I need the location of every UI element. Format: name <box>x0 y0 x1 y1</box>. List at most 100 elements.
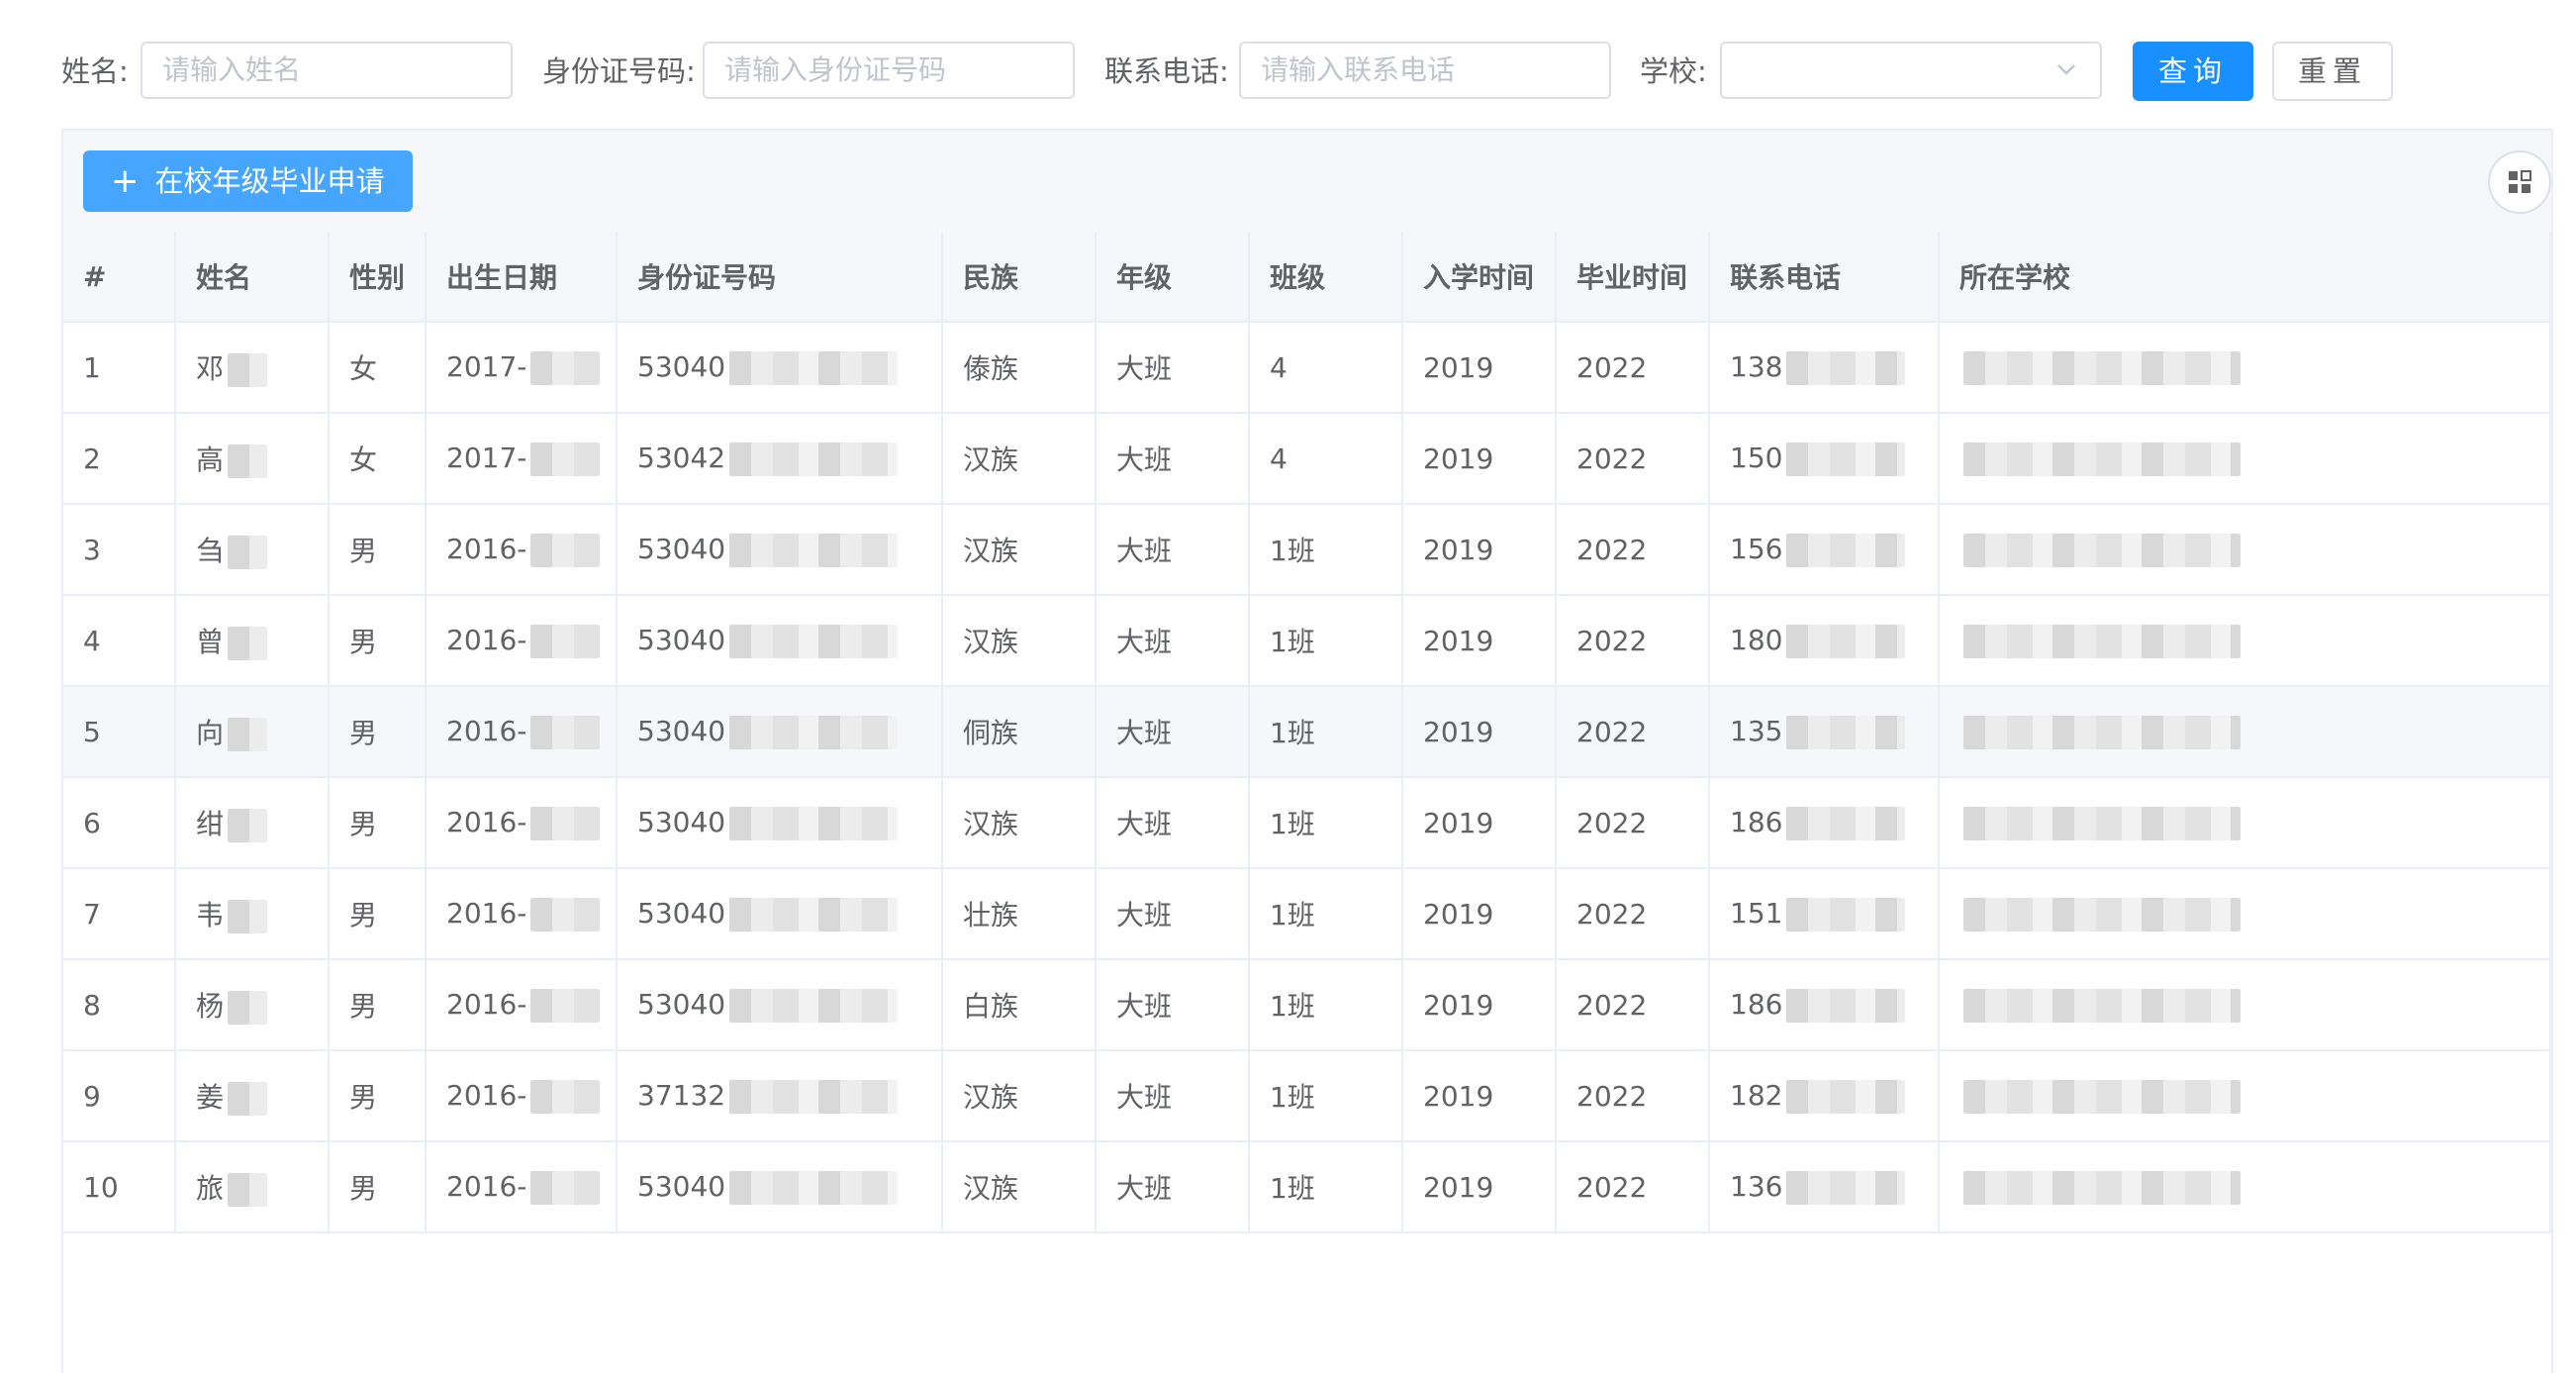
cell-ethnic-text: 汉族 <box>963 808 1019 840</box>
cell-enroll: 2019 <box>1402 868 1557 960</box>
school-select[interactable] <box>1720 42 2102 99</box>
redacted-block <box>530 624 601 658</box>
redacted-block <box>1963 1079 2241 1114</box>
query-button[interactable]: 查询 <box>2133 42 2253 101</box>
cell-graduate: 2022 <box>1556 504 1710 596</box>
cell-ethnic-text: 汉族 <box>963 535 1019 567</box>
cell-gender-text: 男 <box>349 626 378 658</box>
cell-class: 1班 <box>1249 777 1403 869</box>
cell-name-text: 高 <box>196 443 225 476</box>
table-row[interactable]: 2 高 女 2017- 53042 汉族 大班 4 2019 2022 150 <box>63 413 2551 505</box>
cell-enroll-text: 2019 <box>1423 350 1494 384</box>
redacted-block <box>228 991 268 1025</box>
redacted-block <box>530 988 601 1023</box>
cell-gender-text: 男 <box>349 1172 378 1205</box>
cell-enroll: 2019 <box>1402 504 1557 596</box>
redacted-block <box>1786 715 1906 749</box>
cell-birth: 2016- <box>426 686 618 778</box>
phone-label: 联系电话: <box>1104 54 1229 88</box>
cell-gender: 男 <box>329 959 427 1051</box>
reset-button[interactable]: 重置 <box>2272 42 2393 101</box>
cell-graduate: 2022 <box>1556 413 1710 505</box>
cell-id-text: 53040 <box>637 896 726 930</box>
column-header: 班级 <box>1249 232 1403 323</box>
cell-id: 53040 <box>617 777 943 869</box>
table-toolbar: + 在校年级毕业申请 <box>63 131 2551 232</box>
name-input[interactable]: 请输入姓名 <box>141 42 513 99</box>
cell-grade: 大班 <box>1096 413 1250 505</box>
cell-class-text: 4 <box>1270 441 1288 475</box>
cell-graduate-text: 2022 <box>1576 897 1648 931</box>
school-label: 学校: <box>1640 54 1707 88</box>
cell-class: 1班 <box>1249 1141 1403 1233</box>
cell-birth: 2016- <box>426 868 618 960</box>
column-header: 年级 <box>1096 232 1250 323</box>
cell-enroll-text: 2019 <box>1423 441 1494 475</box>
cell-grade-text: 大班 <box>1116 808 1173 840</box>
cell-grade: 大班 <box>1096 959 1250 1051</box>
redacted-block <box>1963 897 2241 932</box>
cell-school <box>1939 686 2551 778</box>
table-row[interactable]: 7 韦 男 2016- 53040 壮族 大班 1班 2019 2022 151 <box>63 868 2551 960</box>
redacted-block <box>228 353 268 387</box>
redacted-block <box>729 988 899 1023</box>
cell-id-text: 53040 <box>637 349 726 383</box>
cell-id: 37132 <box>617 1050 943 1142</box>
cell-id-text: 53040 <box>637 805 726 838</box>
cell-school <box>1939 504 2551 596</box>
cell-no-text: 6 <box>83 806 101 839</box>
cell-phone-text: 151 <box>1730 896 1783 930</box>
table-row[interactable]: 6 绀 男 2016- 53040 汉族 大班 1班 2019 2022 186 <box>63 777 2551 869</box>
redacted-block <box>228 444 268 478</box>
cell-id-text: 53042 <box>637 441 726 474</box>
graduation-apply-button[interactable]: + 在校年级毕业申请 <box>83 150 413 212</box>
cell-graduate-text: 2022 <box>1576 624 1648 657</box>
cell-class-text: 1班 <box>1270 808 1315 840</box>
cell-gender-text: 男 <box>349 717 378 749</box>
id-number-input[interactable]: 请输入身份证号码 <box>703 42 1075 99</box>
table-row[interactable]: 3 刍 男 2016- 53040 汉族 大班 1班 2019 2022 156 <box>63 504 2551 596</box>
table-row[interactable]: 1 邓 女 2017- 53040 傣族 大班 4 2019 2022 138 <box>63 322 2551 414</box>
cell-name-text: 旅 <box>196 1172 225 1205</box>
cell-name: 绀 <box>175 777 330 869</box>
cell-name: 刍 <box>175 504 330 596</box>
cell-ethnic: 汉族 <box>942 1050 1097 1142</box>
column-settings-button[interactable] <box>2488 150 2551 214</box>
cell-name-text: 向 <box>196 717 225 749</box>
phone-input[interactable]: 请输入联系电话 <box>1239 42 1611 99</box>
cell-ethnic: 汉族 <box>942 413 1097 505</box>
cell-no-text: 8 <box>83 988 101 1022</box>
cell-id: 53040 <box>617 959 943 1051</box>
cell-school <box>1939 413 2551 505</box>
cell-name-text: 姜 <box>196 1081 225 1114</box>
cell-graduate-text: 2022 <box>1576 441 1648 475</box>
cell-gender-text: 男 <box>349 808 378 840</box>
column-header: 姓名 <box>175 232 330 323</box>
cell-id: 53040 <box>617 686 943 778</box>
cell-gender: 男 <box>329 868 427 960</box>
cell-id-text: 37132 <box>637 1078 726 1112</box>
cell-birth-text: 2016- <box>446 805 527 838</box>
cell-gender-text: 女 <box>349 443 378 476</box>
plus-icon: + <box>111 161 140 201</box>
table-row[interactable]: 5 向 男 2016- 53040 侗族 大班 1班 2019 2022 135 <box>63 686 2551 778</box>
cell-no: 6 <box>63 777 176 869</box>
table-row[interactable]: 9 姜 男 2016- 37132 汉族 大班 1班 2019 2022 182 <box>63 1050 2551 1142</box>
cell-enroll-text: 2019 <box>1423 1079 1494 1113</box>
table-row[interactable]: 8 杨 男 2016- 53040 白族 大班 1班 2019 2022 186 <box>63 959 2551 1051</box>
column-header: 出生日期 <box>426 232 618 323</box>
table-row[interactable]: 10 旅 男 2016- 53040 汉族 大班 1班 2019 2022 136 <box>63 1141 2551 1233</box>
cell-phone-text: 182 <box>1730 1078 1783 1112</box>
cell-ethnic-text: 白族 <box>963 990 1019 1023</box>
cell-graduate: 2022 <box>1556 1050 1710 1142</box>
cell-class-text: 1班 <box>1270 990 1315 1023</box>
cell-grade-text: 大班 <box>1116 535 1173 567</box>
cell-phone: 186 <box>1709 777 1940 869</box>
cell-ethnic: 侗族 <box>942 686 1097 778</box>
cell-phone: 150 <box>1709 413 1940 505</box>
cell-enroll: 2019 <box>1402 777 1557 869</box>
cell-graduate-text: 2022 <box>1576 1170 1648 1204</box>
redacted-block <box>228 536 268 569</box>
table-row[interactable]: 4 曾 男 2016- 53040 汉族 大班 1班 2019 2022 180 <box>63 595 2551 687</box>
cell-id: 53040 <box>617 868 943 960</box>
